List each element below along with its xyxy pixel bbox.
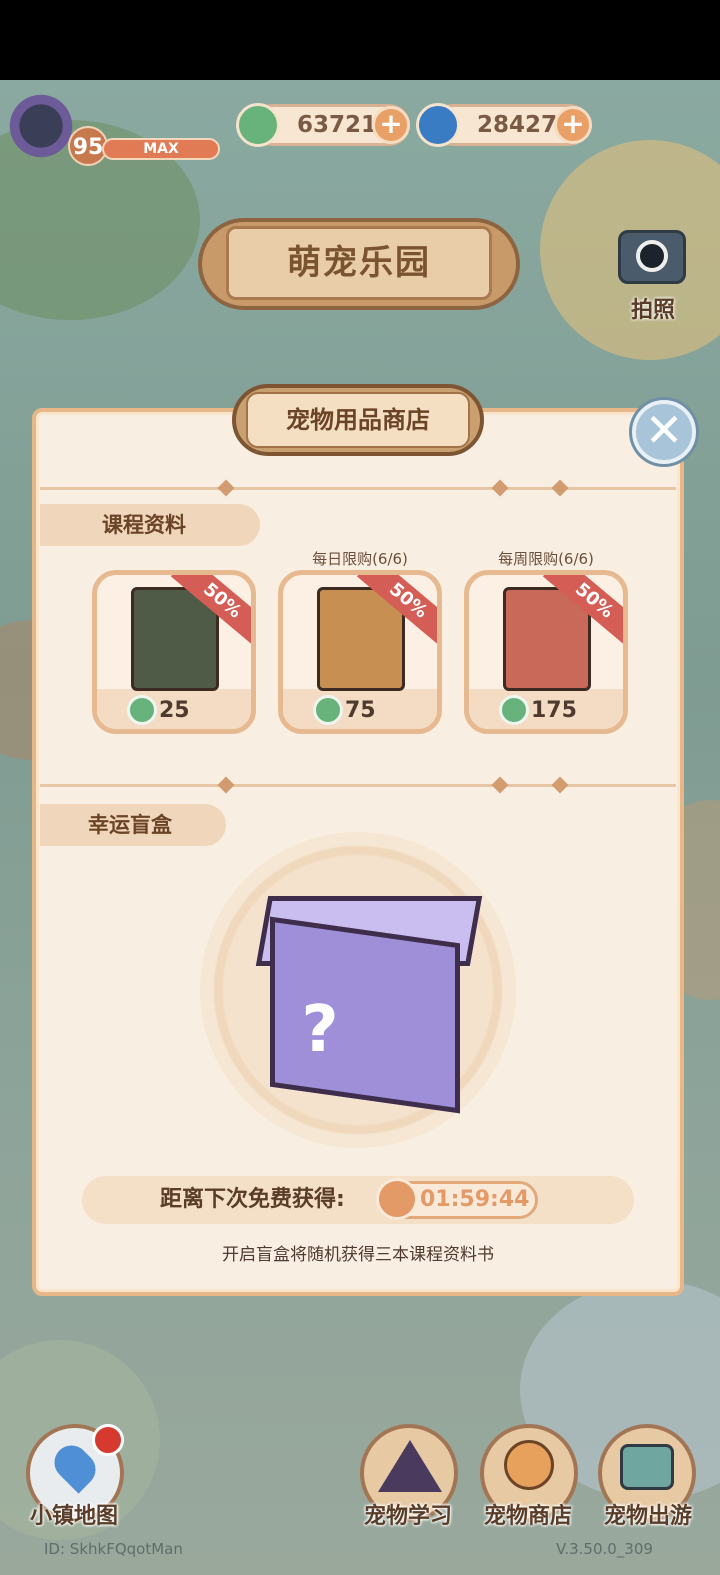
shop-item-card[interactable]: 50% 175 — [464, 570, 628, 734]
version-text: V.3.50.0_309 — [556, 1540, 653, 1558]
clover-icon — [236, 103, 280, 147]
player-id: ID: SkhkFQqotMan — [44, 1540, 183, 1558]
clock-icon — [376, 1178, 418, 1220]
divider-top — [40, 487, 676, 490]
shop-item-card[interactable]: 50% 25 — [92, 570, 256, 734]
timer-value: 01:59:44 — [420, 1187, 530, 1212]
level-status: MAX — [143, 141, 179, 157]
timer-label: 距离下次免费获得: — [160, 1187, 345, 1212]
close-icon: ✕ — [644, 403, 684, 457]
divider-middle — [40, 784, 676, 787]
question-mark-icon: ? — [301, 993, 339, 1067]
player-avatar[interactable] — [6, 82, 76, 162]
suitcase-icon — [620, 1444, 674, 1490]
notification-dot — [92, 1424, 124, 1456]
swirl-icon — [416, 103, 460, 147]
nav-label-map: 小镇地图 — [29, 1504, 118, 1529]
shop-item-card[interactable]: 50% 75 — [278, 570, 442, 734]
add-swirl-button[interactable]: + — [554, 106, 592, 144]
weekly-limit-label: 每周限购(6/6) — [498, 550, 594, 568]
item-price: 175 — [531, 698, 577, 723]
add-clover-button[interactable]: + — [372, 106, 410, 144]
close-button[interactable]: ✕ — [632, 400, 696, 464]
item-price: 75 — [345, 698, 376, 723]
park-title: 萌宠乐园 — [226, 226, 492, 300]
clover-icon — [127, 695, 157, 725]
camera-label: 拍照 — [630, 298, 675, 323]
nav-label-travel: 宠物出游 — [603, 1504, 692, 1529]
nav-label-shop: 宠物商店 — [483, 1504, 572, 1529]
nav-label-study: 宠物学习 — [363, 1504, 452, 1529]
clover-amount: 63721 — [297, 112, 378, 138]
blindbox-section-tag: 幸运盲盒 — [40, 804, 226, 846]
swirl-amount: 28427 — [477, 112, 558, 138]
wizard-hat-icon — [378, 1440, 442, 1492]
item-price: 25 — [159, 698, 190, 723]
daily-limit-label: 每日限购(6/6) — [312, 550, 408, 568]
camera-lens-icon — [636, 240, 668, 272]
blindbox-hint: 开启盲盒将随机获得三本课程资料书 — [222, 1245, 494, 1265]
level-progress-bar: MAX — [102, 138, 220, 160]
shop-title: 宠物用品商店 — [246, 392, 470, 448]
clover-icon — [313, 695, 343, 725]
course-section-tag: 课程资料 — [40, 504, 260, 546]
shiba-dog-icon — [504, 1440, 554, 1490]
clover-icon — [499, 695, 529, 725]
